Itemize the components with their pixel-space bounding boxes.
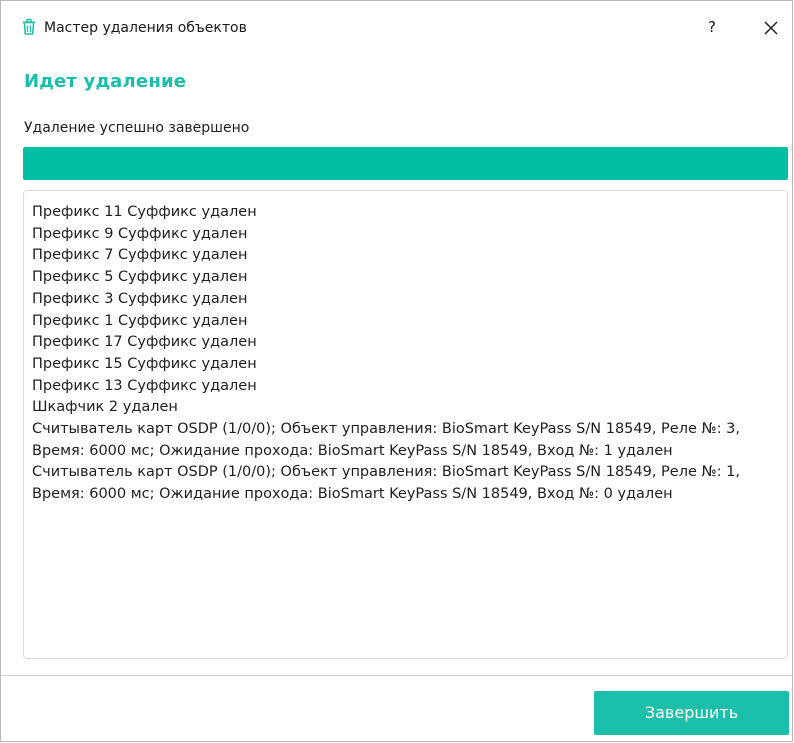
- log-line: Префикс 11 Суффикс удален: [32, 204, 257, 220]
- title-bar: Мастер удаления объектов ?: [1, 1, 792, 57]
- log-line: Префикс 17 Суффикс удален: [32, 334, 257, 351]
- finish-button[interactable]: Завершить: [594, 691, 789, 735]
- wizard-window: Мастер удаления объектов ? Идет удаление…: [0, 0, 793, 742]
- progress-bar-fill: [23, 147, 788, 180]
- log-line: Префикс 1 Суффикс удален: [32, 312, 248, 329]
- progress-bar: [23, 147, 788, 180]
- log-line: Префикс 7 Суффикс удален: [32, 247, 248, 264]
- log-line: Префикс 5 Суффикс удален: [32, 269, 248, 286]
- window-title: Мастер удаления объектов: [44, 20, 247, 36]
- log-line: Считыватель карт OSDP (1/0/0); Объект уп…: [32, 464, 745, 503]
- log-line: Шкафчик 2 удален: [32, 399, 178, 416]
- log-line: Префикс 13 Суффикс удален: [32, 377, 257, 394]
- status-text: Удаление успешно завершено: [24, 120, 250, 136]
- deletion-log[interactable]: Префикс 11 Суффикс удален Префикс 9 Суффи…: [23, 190, 788, 659]
- page-heading: Идет удаление: [24, 71, 187, 92]
- log-line: Префикс 3 Суффикс удален: [32, 290, 248, 307]
- log-line: Считыватель карт OSDP (1/0/0); Объект уп…: [32, 421, 745, 459]
- footer-divider: [1, 675, 792, 676]
- help-button[interactable]: ?: [702, 15, 722, 39]
- log-line: Префикс 15 Суффикс удален: [32, 355, 257, 372]
- close-icon[interactable]: [760, 17, 782, 39]
- log-line: Префикс 9 Суффикс удален: [32, 225, 248, 242]
- trash-icon: [22, 18, 36, 35]
